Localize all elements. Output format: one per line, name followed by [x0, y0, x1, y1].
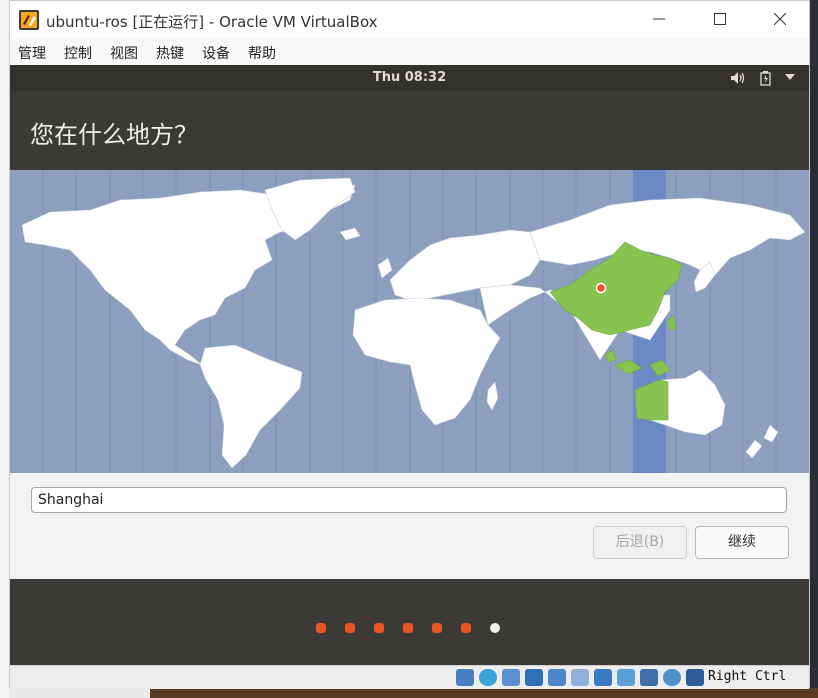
progress-dot [374, 623, 384, 633]
menu-view[interactable]: 视图 [110, 43, 138, 63]
menu-devices[interactable]: 设备 [202, 43, 230, 63]
minimize-icon [653, 18, 665, 20]
back-button[interactable]: 后退(B) [593, 526, 687, 559]
world-map [10, 170, 809, 473]
progress-dot-current [490, 623, 500, 633]
audio-icon[interactable] [502, 669, 520, 686]
hard-disk-icon[interactable] [456, 669, 474, 686]
desktop-background-bottom [150, 688, 818, 698]
menu-manage[interactable]: 管理 [18, 43, 46, 63]
menu-help[interactable]: 帮助 [248, 43, 276, 63]
desktop-background [0, 0, 9, 698]
vm-status-bar: Right Ctrl [10, 665, 809, 689]
progress-dot [461, 623, 471, 633]
continue-button[interactable]: 继续 [695, 526, 789, 559]
shared-folders-icon[interactable] [571, 669, 589, 686]
menu-control[interactable]: 控制 [64, 43, 92, 63]
maximize-icon [714, 13, 726, 25]
network-icon[interactable] [525, 669, 543, 686]
usb-icon[interactable] [548, 669, 566, 686]
clock[interactable]: Thu 08:32 [10, 70, 809, 85]
progress-dots [10, 623, 809, 635]
battery-icon[interactable] [760, 71, 772, 86]
menu-hotkeys[interactable]: 热键 [156, 43, 184, 63]
desktop-background-right [810, 0, 818, 698]
progress-dot [316, 623, 326, 633]
city-marker[interactable] [595, 282, 607, 294]
title-bar[interactable]: ubuntu-ros [正在运行] - Oracle VM VirtualBox [10, 1, 809, 39]
minimize-button[interactable] [639, 7, 679, 33]
virtualbox-window: ubuntu-ros [正在运行] - Oracle VM VirtualBox… [9, 0, 810, 689]
close-button[interactable] [760, 7, 800, 33]
window-title: ubuntu-ros [正在运行] - Oracle VM VirtualBox [46, 13, 378, 31]
menu-bar: 管理 控制 视图 热键 设备 帮助 [10, 39, 809, 65]
guest-display[interactable]: Thu 08:32 您在什么地方？ Shanghai 后退(B) 继续 [10, 65, 809, 665]
cpu-icon[interactable] [640, 669, 658, 686]
progress-dot [432, 623, 442, 633]
display-icon[interactable] [594, 669, 612, 686]
mouse-integration-icon[interactable] [663, 669, 681, 686]
location-input[interactable] [31, 487, 787, 513]
progress-dot [403, 623, 413, 633]
optical-drive-icon[interactable] [479, 669, 497, 686]
maximize-button[interactable] [700, 7, 740, 33]
close-icon [773, 12, 787, 26]
virtualbox-app-icon [19, 10, 39, 30]
dropdown-arrow-icon[interactable] [785, 74, 795, 80]
host-key-label: Right Ctrl [708, 669, 787, 684]
timezone-map[interactable] [10, 170, 809, 473]
progress-dot [345, 623, 355, 633]
page-heading: 您在什么地方？ [30, 121, 198, 149]
keyboard-capture-icon[interactable] [686, 669, 704, 686]
gnome-top-bar: Thu 08:32 [10, 65, 809, 91]
video-capture-icon[interactable] [617, 669, 635, 686]
volume-icon[interactable] [730, 71, 746, 85]
location-panel: 后退(B) 继续 [10, 473, 809, 579]
